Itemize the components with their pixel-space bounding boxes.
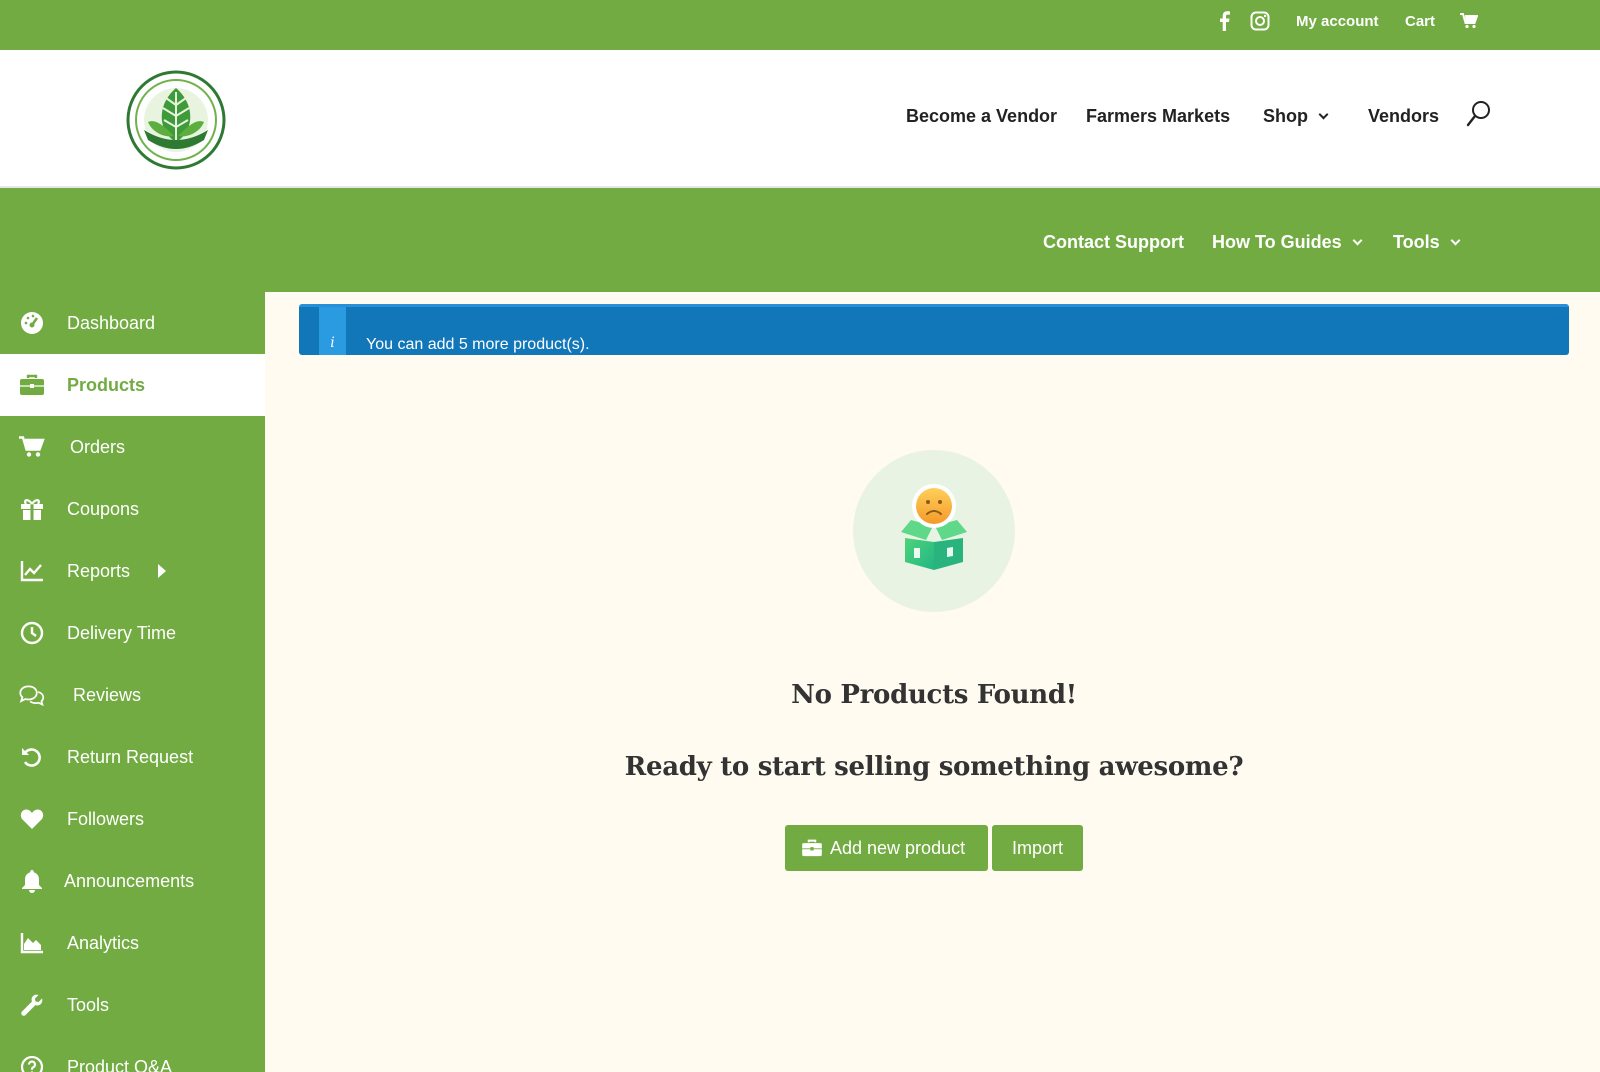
secondary-nav: Contact Support How To Guides Tools (0, 188, 1600, 292)
sidebar-item-reports[interactable]: Reports (0, 540, 265, 602)
dashboard-sidebar: Dashboard Products Orders Coupons Report… (0, 292, 265, 1072)
my-account-link[interactable]: My account (1296, 0, 1379, 42)
nav-farmers-markets[interactable]: Farmers Markets (1086, 104, 1230, 128)
chevron-down-icon (1318, 109, 1329, 119)
sidebar-item-product-qa[interactable]: Product Q&A (0, 1036, 265, 1072)
sidebar-item-announcements[interactable]: Announcements (0, 850, 265, 912)
sidebar-item-label: Dashboard (67, 312, 156, 333)
facebook-icon[interactable] (1218, 0, 1230, 42)
dashboard-icon (19, 311, 45, 335)
sidebar-item-label: Analytics (67, 932, 140, 953)
nav-tools[interactable]: Tools (1393, 230, 1461, 254)
nav-shop-label: Shop (1263, 105, 1308, 126)
caret-right-icon (158, 564, 166, 578)
sidebar-item-orders[interactable]: Orders (0, 416, 265, 478)
instagram-icon[interactable] (1250, 0, 1270, 42)
nav-how-to-guides-label: How To Guides (1212, 231, 1342, 252)
site-header: Become a Vendor Farmers Markets Shop Ven… (0, 50, 1600, 188)
nav-shop[interactable]: Shop (1263, 104, 1329, 128)
gift-icon (19, 497, 45, 521)
add-new-product-label: Add new product (830, 837, 966, 858)
clock-icon (19, 621, 45, 645)
sidebar-item-coupons[interactable]: Coupons (0, 478, 265, 540)
sidebar-item-label: Return Request (67, 746, 194, 767)
add-new-product-button[interactable]: Add new product (785, 825, 988, 871)
sidebar-item-reviews[interactable]: Reviews (0, 664, 265, 726)
sidebar-item-return-request[interactable]: Return Request (0, 726, 265, 788)
notice-message: You can add 5 more product(s). (366, 336, 590, 353)
info-icon: i (319, 307, 346, 355)
chevron-down-icon (1352, 235, 1363, 245)
heart-icon (19, 807, 45, 831)
sidebar-item-label: Products (67, 374, 146, 395)
area-chart-icon (19, 931, 45, 955)
cart-icon[interactable] (1460, 0, 1478, 42)
sidebar-item-analytics[interactable]: Analytics (0, 912, 265, 974)
nav-how-to-guides[interactable]: How To Guides (1212, 230, 1363, 254)
empty-box-illustration (853, 450, 1015, 612)
comments-icon (19, 683, 45, 707)
sidebar-item-followers[interactable]: Followers (0, 788, 265, 850)
search-icon[interactable] (1466, 101, 1492, 127)
chevron-down-icon (1450, 235, 1461, 245)
chart-icon (19, 559, 45, 583)
sidebar-item-label: Orders (70, 436, 126, 457)
product-limit-notice: i You can add 5 more product(s). (299, 304, 1569, 355)
sidebar-item-label: Reports (67, 560, 131, 581)
question-icon (19, 1055, 45, 1072)
import-button[interactable]: Import (992, 825, 1083, 871)
sidebar-item-label: Followers (67, 808, 145, 829)
sidebar-item-dashboard[interactable]: Dashboard (0, 292, 265, 354)
sidebar-item-delivery-time[interactable]: Delivery Time (0, 602, 265, 664)
empty-state-subtitle: Ready to start selling something awesome… (624, 752, 1244, 782)
cart-icon (19, 435, 45, 459)
empty-state-title: No Products Found! (791, 680, 1077, 710)
undo-icon (19, 745, 45, 769)
nav-become-vendor[interactable]: Become a Vendor (906, 104, 1057, 128)
nav-vendors[interactable]: Vendors (1368, 104, 1439, 128)
nav-contact-support[interactable]: Contact Support (1043, 230, 1184, 254)
cart-link[interactable]: Cart (1405, 0, 1435, 42)
sidebar-item-products[interactable]: Products (0, 354, 265, 416)
sidebar-item-label: Product Q&A (67, 1056, 173, 1072)
sidebar-item-label: Reviews (73, 684, 142, 705)
top-bar: My account Cart (0, 0, 1600, 50)
sidebar-item-label: Tools (67, 994, 110, 1015)
briefcase-icon (802, 839, 822, 857)
sidebar-item-label: Coupons (67, 498, 140, 519)
sidebar-item-label: Delivery Time (67, 622, 177, 643)
sidebar-item-tools[interactable]: Tools (0, 974, 265, 1036)
sidebar-item-label: Announcements (64, 870, 195, 891)
bell-icon (19, 869, 45, 893)
site-logo[interactable] (126, 70, 226, 170)
wrench-icon (19, 993, 45, 1017)
briefcase-icon (19, 373, 45, 397)
nav-tools-label: Tools (1393, 231, 1440, 252)
